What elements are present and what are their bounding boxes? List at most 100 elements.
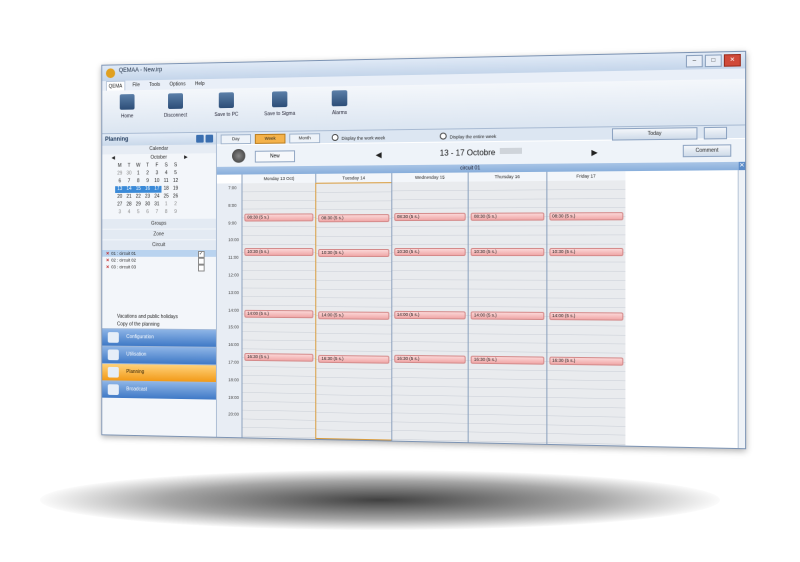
today-button[interactable]: Today (611, 127, 698, 141)
nav-utilisation[interactable]: Utilisation (102, 345, 216, 365)
day-column[interactable]: 08:30 (5 s.) 10:30 (5 s.) 14:00 (5 s.) 16:3… (241, 182, 316, 439)
calendar-day[interactable]: 5 (171, 170, 180, 177)
alarms-button[interactable]: Alarms (319, 90, 360, 116)
planning-event[interactable]: 14:00 (5 s.) (470, 310, 544, 320)
day-column[interactable]: 08:30 (5 s.) 10:30 (5 s.) 14:00 (5 s.) 16:3… (391, 181, 468, 443)
menu-options[interactable]: Options (168, 79, 188, 89)
month-view-button[interactable]: Month (289, 133, 321, 144)
calendar-day[interactable]: 24 (152, 194, 161, 201)
calendar-day[interactable]: 19 (171, 186, 180, 193)
calendar-day[interactable]: 27 (115, 202, 124, 209)
calendar-day[interactable]: 4 (124, 209, 133, 216)
calendar-day[interactable]: 3 (152, 170, 161, 177)
planning-event[interactable]: 08:30 (5 s.) (394, 212, 466, 221)
day-column[interactable]: 08:30 (5 s.) 10:30 (5 s.) 14:00 (5 s.) 16:3… (545, 180, 626, 446)
circuit-checkbox[interactable] (198, 264, 205, 272)
day-column[interactable]: 08:30 (5 s.) 10:30 (5 s.) 14:00 (5 s.) 16:3… (315, 182, 393, 441)
calendar-icon[interactable] (703, 126, 728, 140)
nav-broadcast[interactable]: Broadcast (102, 380, 216, 400)
calendar-day[interactable]: 30 (124, 171, 133, 178)
calendar-day[interactable]: 6 (115, 178, 124, 185)
calendar-day[interactable]: 9 (171, 209, 180, 216)
save-to-sigma-button[interactable]: Save to Sigma (260, 91, 300, 117)
calendar-day[interactable]: 2 (171, 201, 180, 208)
circuit-item[interactable]: ✕ 03 : circuit 03 (102, 264, 216, 272)
zone-section[interactable]: Zone (102, 229, 216, 240)
calendar-day[interactable]: 2 (143, 170, 152, 177)
calendar-day[interactable]: 21 (124, 194, 133, 201)
planning-event[interactable]: 16:30 (5 s.) (244, 353, 314, 362)
menu-file[interactable]: File (131, 80, 142, 90)
maximize-button[interactable]: □ (704, 54, 722, 68)
calendar-day[interactable]: 29 (115, 171, 124, 178)
calendar-day[interactable]: 18 (162, 186, 171, 193)
calendar-day[interactable]: 25 (162, 194, 171, 201)
planning-event[interactable]: 10:30 (5 s.) (470, 248, 544, 257)
calendar-day[interactable]: 9 (143, 178, 152, 185)
vertical-scrollbar[interactable] (737, 170, 746, 449)
menu-tools[interactable]: Tools (147, 80, 162, 90)
calendar-day[interactable]: 7 (124, 178, 133, 185)
planning-event[interactable]: 08:30 (5 s.) (244, 213, 314, 222)
calendar-day[interactable]: 26 (171, 194, 180, 201)
nav-configuration[interactable]: Configuration (102, 328, 216, 347)
next-week-button[interactable]: ▶ (591, 148, 597, 157)
calendar-day[interactable]: 14 (124, 186, 134, 193)
menu-help[interactable]: Help (193, 79, 206, 89)
calendar-day[interactable]: 1 (162, 201, 171, 208)
calendar-day[interactable]: 8 (162, 209, 171, 216)
planning-event[interactable]: 08:30 (5 s.) (470, 212, 544, 221)
save-to-pc-button[interactable]: Save to PC (207, 92, 247, 118)
nav-planning[interactable]: Planning (102, 362, 216, 383)
calendar-day[interactable]: 30 (143, 201, 152, 208)
comment-button[interactable]: Comment (682, 144, 732, 158)
calendar-day[interactable]: 16 (142, 185, 153, 193)
minimize-button[interactable]: – (685, 54, 703, 68)
calendar-day[interactable]: 6 (143, 209, 152, 216)
planning-event[interactable]: 16:30 (5 s.) (394, 354, 466, 364)
planning-event[interactable]: 14:00 (5 s.) (394, 310, 466, 320)
calendar-day[interactable]: 13 (115, 186, 125, 193)
planning-event[interactable]: 10:30 (5 s.) (549, 248, 624, 257)
day-view-button[interactable]: Day (220, 134, 252, 145)
planning-event[interactable]: 10:30 (5 s.) (244, 248, 314, 257)
calendar-day[interactable]: 31 (152, 201, 161, 208)
planning-event[interactable]: 16:30 (5 s.) (470, 355, 544, 365)
calendar-day[interactable]: 7 (152, 209, 161, 216)
entire-week-radio[interactable]: Display the entire week (439, 132, 496, 140)
record-icon[interactable] (232, 148, 246, 163)
planning-event[interactable]: 14:00 (5 s.) (244, 309, 314, 318)
calendar-day[interactable]: 29 (134, 202, 143, 209)
calendar-day[interactable]: 11 (162, 178, 171, 185)
calendar-day[interactable]: 20 (115, 194, 124, 201)
calendar-view-icon[interactable] (196, 134, 204, 143)
planning-event[interactable]: 16:30 (5 s.) (318, 354, 390, 364)
calendar-day[interactable]: 23 (143, 194, 152, 201)
calendar-day[interactable]: 5 (134, 209, 143, 216)
planning-event[interactable]: 10:30 (5 s.) (394, 248, 466, 257)
list-view-icon[interactable] (205, 134, 214, 143)
close-button[interactable]: ✕ (723, 53, 741, 67)
planning-event[interactable]: 14:00 (5 s.) (318, 310, 390, 320)
planning-event[interactable]: 16:30 (5 s.) (549, 356, 624, 366)
week-view-button[interactable]: Week (254, 133, 286, 144)
new-button[interactable]: New (254, 150, 296, 163)
calendar-day[interactable]: 22 (134, 194, 143, 201)
calendar-day[interactable]: 8 (134, 178, 143, 185)
disconnect-button[interactable]: Disconnect (156, 93, 195, 119)
calendar-day[interactable]: 15 (133, 186, 143, 193)
calendar-day[interactable]: 1 (134, 170, 143, 177)
calendar-day[interactable]: 12 (171, 178, 180, 185)
day-column[interactable]: 08:30 (5 s.) 10:30 (5 s.) 14:00 (5 s.) 16:3… (467, 180, 546, 444)
calendar-day[interactable]: 10 (152, 178, 161, 185)
circuit-section[interactable]: Circuit (102, 240, 216, 250)
planning-event[interactable]: 10:30 (5 s.) (318, 249, 390, 258)
calendar-day[interactable]: 4 (162, 170, 171, 177)
calendar-day[interactable]: 3 (115, 209, 124, 216)
calendar-day[interactable]: 17 (152, 185, 162, 193)
groups-section[interactable]: Groups (102, 218, 216, 229)
planning-event[interactable]: 14:00 (5 s.) (549, 311, 624, 321)
prev-month-button[interactable]: ◀ (111, 154, 115, 163)
close-planning-icon[interactable]: ✕ (738, 161, 746, 171)
home-button[interactable]: Home (108, 94, 147, 120)
